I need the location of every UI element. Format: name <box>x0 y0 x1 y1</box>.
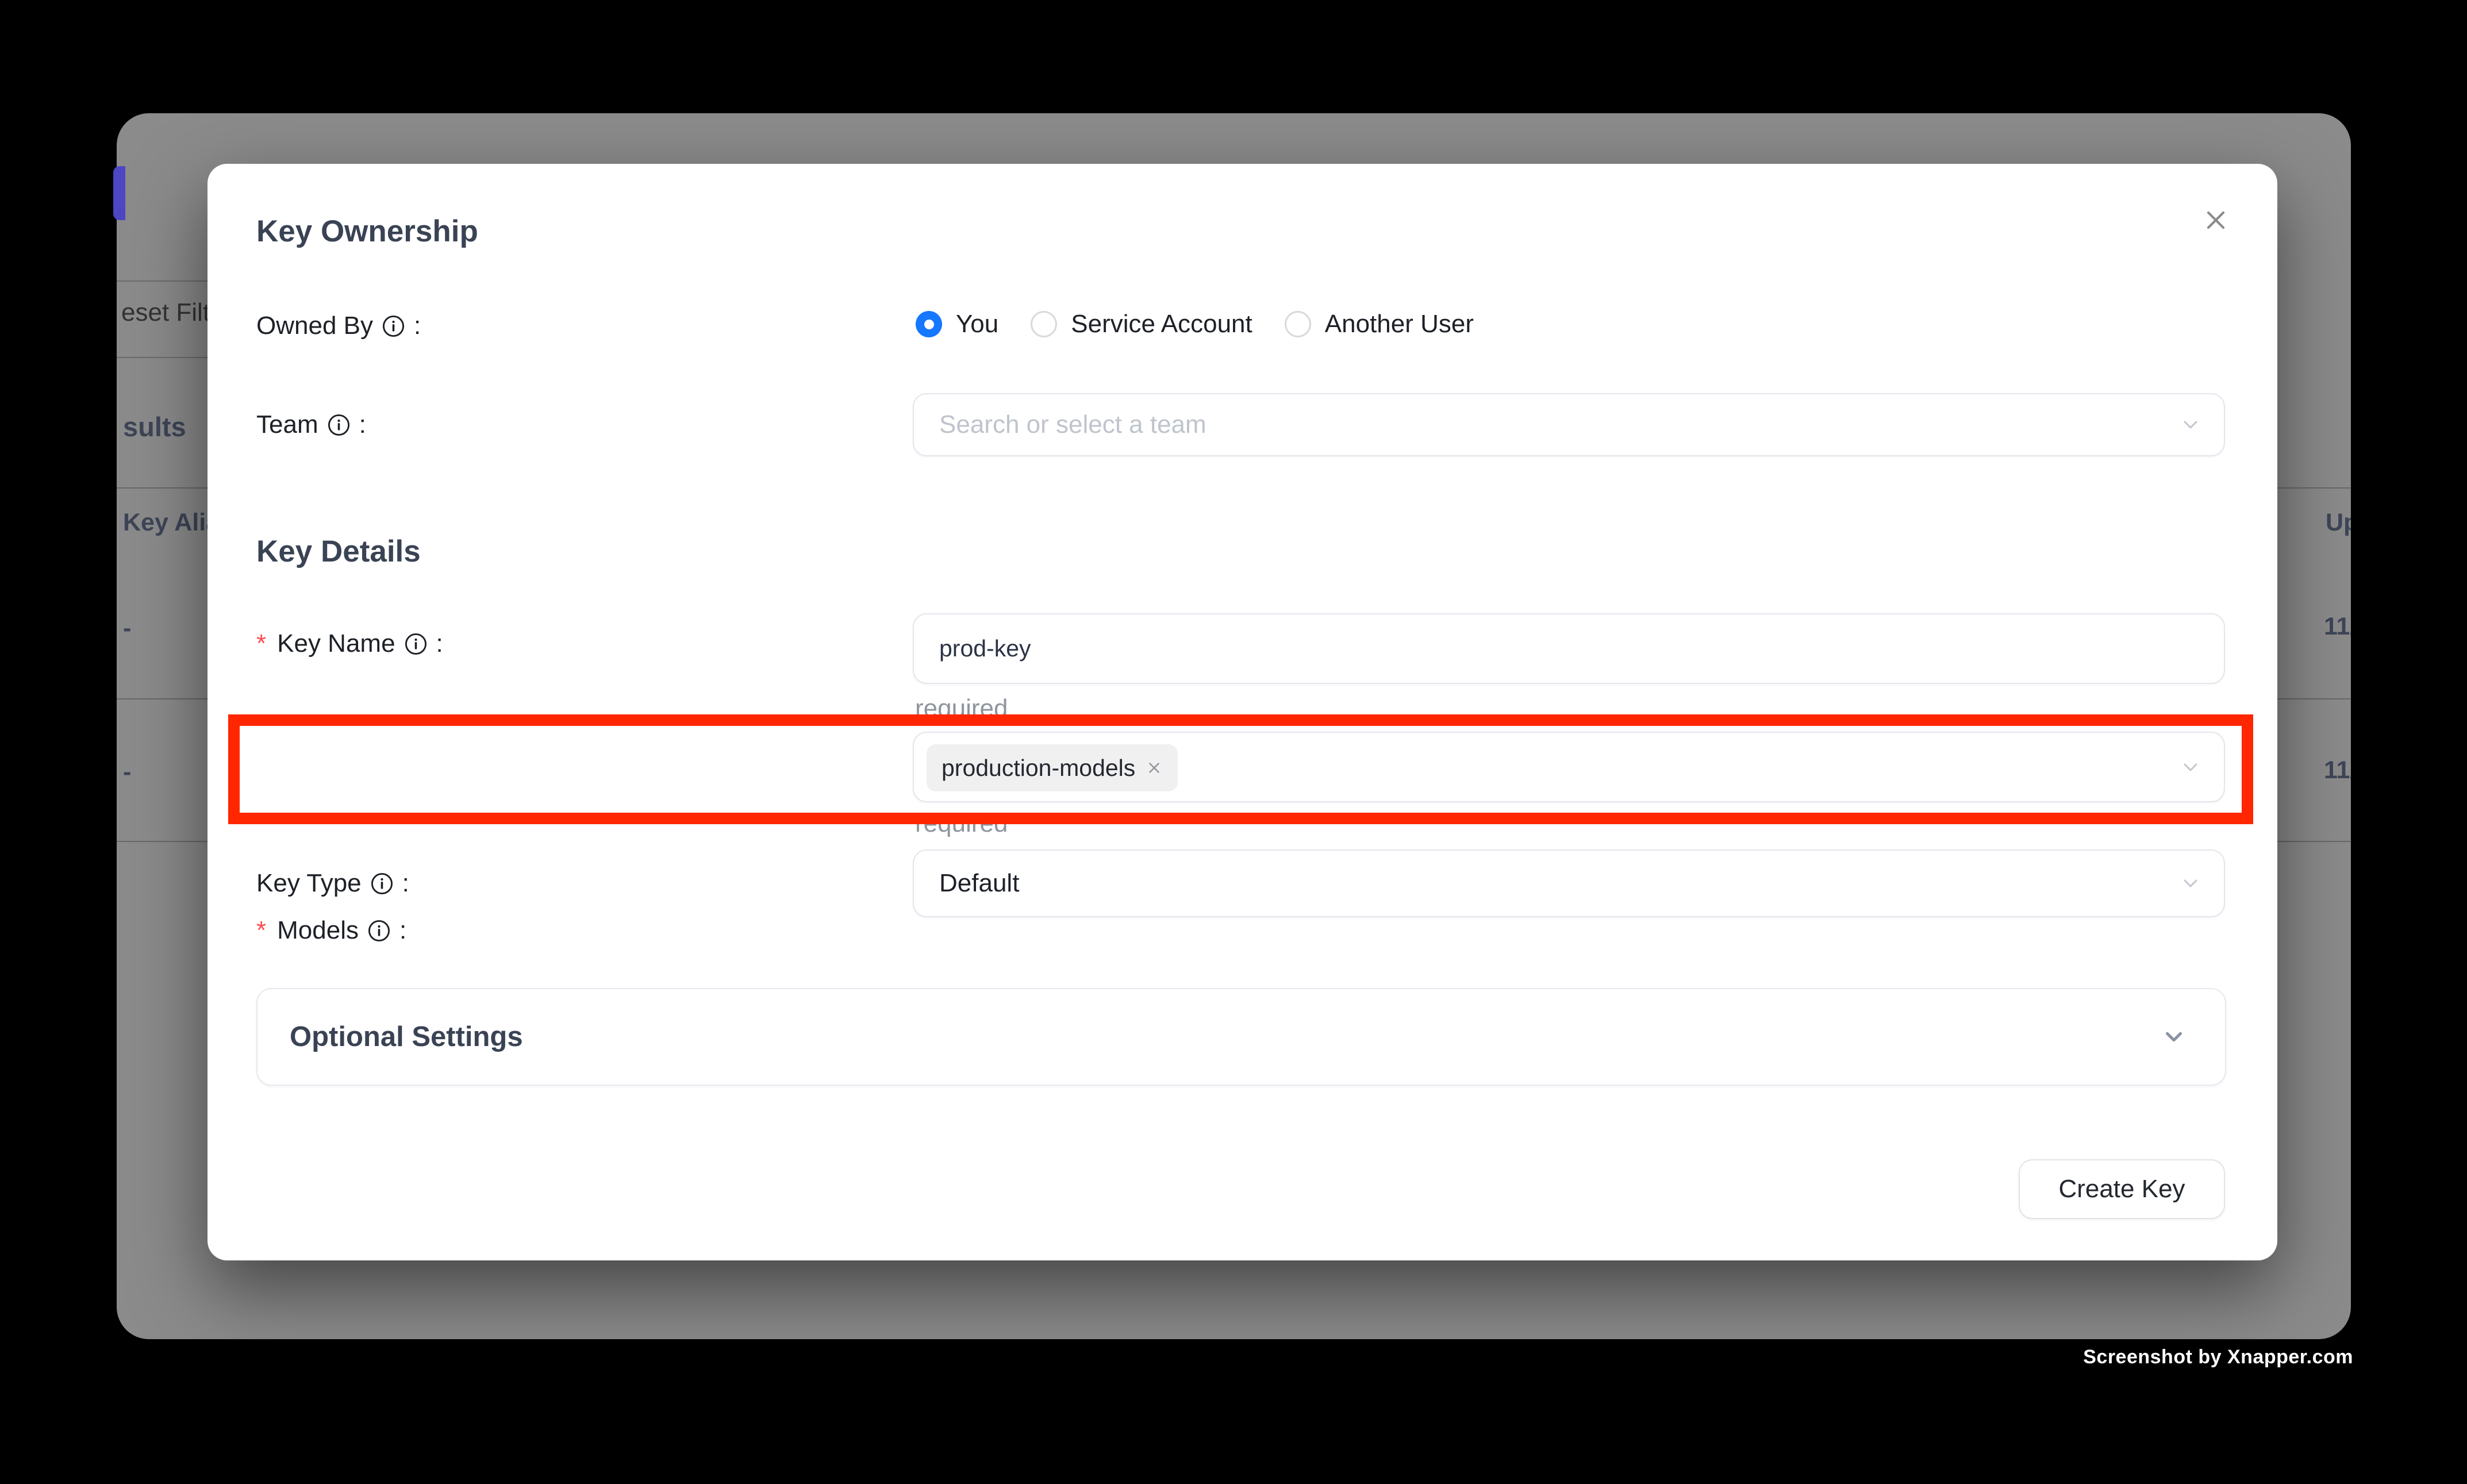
table-row-2-alias: - <box>123 758 131 786</box>
label-colon: : <box>414 311 421 341</box>
radio-selected-icon[interactable] <box>916 311 942 337</box>
chevron-down-icon <box>2179 872 2202 895</box>
results-count-fragment: sults <box>123 411 186 443</box>
team-label-text: Team <box>256 410 318 440</box>
table-header-key-alias: Key Alia <box>123 509 220 537</box>
radio-option-you[interactable]: You <box>916 310 998 339</box>
chevron-down-icon <box>2179 756 2202 779</box>
create-key-button[interactable]: Create Key <box>2019 1159 2225 1219</box>
close-icon[interactable] <box>2201 205 2231 235</box>
label-colon: : <box>359 410 366 440</box>
key-type-select-value: Default <box>939 851 1019 916</box>
table-header-updated: Up <box>2326 509 2351 537</box>
table-row-1-updated: 11/ <box>2324 613 2351 641</box>
radio-option-another-user[interactable]: Another User <box>1285 310 1474 339</box>
radio-unselected-icon[interactable] <box>1031 311 1057 337</box>
models-label: * Models : <box>256 916 406 945</box>
models-tag-label: production-models <box>942 755 1135 782</box>
section-title-key-ownership: Key Ownership <box>256 214 478 249</box>
radio-unselected-icon[interactable] <box>1285 311 1311 337</box>
required-asterisk: * <box>256 916 266 945</box>
label-colon: : <box>436 629 443 659</box>
reset-filters-button-fragment[interactable]: eset Filt <box>121 298 210 327</box>
optional-settings-accordion[interactable]: Optional Settings <box>256 988 2226 1086</box>
owned-by-radio-group: You Service Account Another User <box>916 310 1474 339</box>
models-label-text: Models <box>277 916 359 945</box>
radio-label-another-user: Another User <box>1325 310 1474 339</box>
key-name-label-text: Key Name <box>277 629 395 659</box>
table-row-2-updated: 11/ <box>2324 756 2351 785</box>
models-validation-message: required <box>915 809 1008 839</box>
key-type-label: Key Type : <box>256 868 409 898</box>
chevron-down-icon <box>2161 1024 2187 1050</box>
label-colon: : <box>402 868 409 898</box>
required-asterisk: * <box>256 629 266 659</box>
team-select-placeholder: Search or select a team <box>939 394 1206 455</box>
watermark: Screenshot by Xnapper.com <box>2083 1346 2353 1368</box>
radio-option-service-account[interactable]: Service Account <box>1031 310 1252 339</box>
models-selected-tag: production-models <box>927 744 1178 791</box>
reset-filters-button-border-top <box>117 280 209 282</box>
key-name-input-value: prod-key <box>939 614 1031 683</box>
key-name-validation-message: required <box>915 694 1008 724</box>
primary-button-fragment[interactable] <box>113 166 125 220</box>
create-key-modal: Key Ownership Owned By : You Service Acc… <box>207 164 2277 1260</box>
models-select[interactable]: production-models <box>913 732 2225 802</box>
reset-filters-button-border-bottom <box>117 357 209 358</box>
key-name-label: * Key Name : <box>256 629 443 659</box>
radio-label-you: You <box>956 310 998 339</box>
team-select[interactable]: Search or select a team <box>913 393 2225 456</box>
chevron-down-icon <box>2179 413 2202 436</box>
owned-by-label-text: Owned By <box>256 311 373 341</box>
team-label: Team : <box>256 410 366 440</box>
info-icon[interactable] <box>327 413 351 437</box>
key-type-label-text: Key Type <box>256 868 362 898</box>
owned-by-label: Owned By : <box>256 311 421 341</box>
info-icon[interactable] <box>382 314 405 338</box>
tag-remove-icon[interactable] <box>1146 759 1163 776</box>
key-name-input[interactable]: prod-key <box>913 613 2225 684</box>
info-icon[interactable] <box>404 632 428 656</box>
section-title-key-details: Key Details <box>256 535 421 569</box>
optional-settings-title: Optional Settings <box>290 989 523 1085</box>
label-colon: : <box>399 916 406 945</box>
table-row-1-alias: - <box>123 614 131 643</box>
key-type-select[interactable]: Default <box>913 849 2225 917</box>
screenshot-canvas: eset Filt sults Key Alia Up - 11/ - 11/ … <box>0 0 2467 1484</box>
info-icon[interactable] <box>370 872 394 895</box>
info-icon[interactable] <box>367 919 391 943</box>
radio-label-service-account: Service Account <box>1071 310 1252 339</box>
